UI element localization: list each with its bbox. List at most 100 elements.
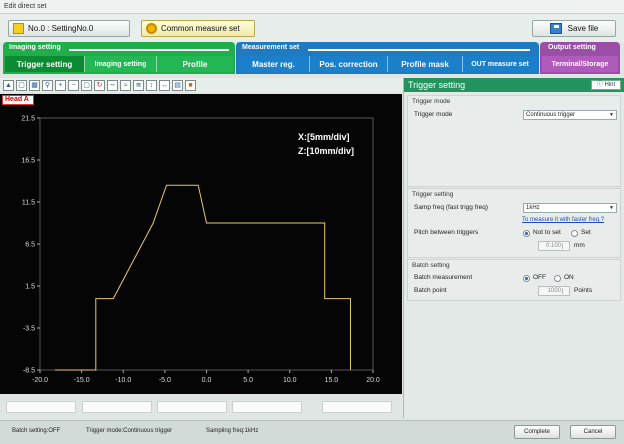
x-tick-label: -10.0: [115, 377, 131, 384]
trigger-mode-value: Continuous trigger: [526, 112, 576, 118]
faster-freq-link[interactable]: To measure it with faster freq.?: [522, 217, 604, 223]
tab-profile-mask[interactable]: Profile mask: [387, 56, 462, 72]
batch-point-value: 1000: [547, 288, 561, 294]
save-file-button[interactable]: Save file: [532, 20, 616, 37]
profile-series-line: [55, 184, 351, 371]
window-title-bar: Edit direct set: [0, 0, 624, 14]
common-measure-set-button[interactable]: Common measure set: [141, 20, 255, 37]
color-icon[interactable]: ■: [185, 79, 196, 91]
setting-number-button[interactable]: No.0 : SettingNo.0: [8, 20, 130, 37]
batch-on-radio[interactable]: [554, 275, 561, 282]
pitch-set-label: Set: [581, 229, 591, 236]
y-tick-label: 1.5: [25, 284, 35, 291]
hint-button[interactable]: ⓘ Hint: [591, 80, 621, 90]
status-field-3: [157, 401, 227, 413]
trigger-mode-label: Trigger mode: [414, 111, 453, 118]
tab-position-label: Pos. correction: [319, 59, 378, 69]
x-tick-label: -15.0: [74, 377, 90, 384]
tab-profile[interactable]: Profile: [156, 56, 233, 72]
save-file-label: Save file: [567, 24, 599, 33]
x-tick-label: -20.0: [32, 377, 48, 384]
save-disk-icon: [549, 23, 562, 34]
pitch-not-set-radio[interactable]: [523, 230, 530, 237]
pitch-label: Pitch between triggers: [414, 229, 479, 236]
tab-out-measure-label: OUT measure set: [471, 60, 529, 68]
trend-view-icon[interactable]: ≅: [133, 79, 144, 91]
tab-profile-label: Profile: [182, 59, 208, 69]
tab-pos-correction[interactable]: Pos. correction: [309, 56, 387, 72]
batch-off-radio[interactable]: [523, 275, 530, 282]
profile-graph[interactable]: 21.5 16.5 11.5 6.5 1.5 -3.5 -8.5 -20.0 -15.0 -10.…: [0, 94, 402, 394]
y-tick-label: 6.5: [25, 242, 35, 249]
x-tick-label: 15.0: [325, 377, 339, 384]
samp-freq-value: 1kHz: [526, 205, 540, 211]
y-tick-label: 21.5: [21, 116, 35, 123]
pitch-unit: mm: [574, 242, 585, 249]
graph-mode-icon[interactable]: ▢: [16, 79, 27, 91]
profile-view-icon[interactable]: ▲: [3, 79, 14, 91]
setting-number-label: No.0 : SettingNo.0: [28, 24, 94, 33]
zoom-out-icon[interactable]: −: [68, 79, 79, 91]
tab-trigger-label: Trigger setting: [16, 59, 73, 69]
status-field-5: [322, 401, 392, 413]
chart-icon[interactable]: ▤: [172, 79, 183, 91]
batch-point-input[interactable]: 1000: [538, 286, 570, 296]
batch-point-label: Batch point: [414, 287, 447, 294]
graph-status-fields: [0, 398, 402, 416]
gear-icon: [146, 23, 157, 34]
refresh-icon[interactable]: ↻: [94, 79, 105, 91]
line-view-icon[interactable]: ∼: [107, 79, 118, 91]
x-tick-label: 5.0: [243, 377, 253, 384]
head-a-tag: Head A: [2, 95, 34, 105]
y-tick-label: -8.5: [23, 368, 35, 375]
grid-icon[interactable]: ▦: [29, 79, 40, 91]
zoom-fit-icon[interactable]: ▢: [81, 79, 92, 91]
batch-measurement-label: Batch measurement: [414, 274, 473, 281]
y-tick-label: 11.5: [22, 200, 35, 207]
tab-master-label: Master reg.: [252, 59, 295, 69]
complete-label: Complete: [524, 429, 550, 435]
pitch-set-radio[interactable]: [571, 230, 578, 237]
graph-toolbar: ▲ ▢ ▦ ⚲ + − ▢ ↻ ∼ ≈ ≅ ↕ ↔ ▤ ■: [0, 78, 404, 92]
status-field-2: [82, 401, 152, 413]
trigger-mode-select[interactable]: Continuous trigger: [523, 110, 617, 120]
setting-icon: [13, 23, 24, 34]
measure-icon[interactable]: ↔: [159, 79, 170, 91]
zoom-icon[interactable]: ⚲: [42, 79, 53, 91]
z-scale-label: Z:[10mm/div]: [298, 146, 354, 156]
tab-master-reg[interactable]: Master reg.: [238, 56, 309, 72]
trigger-mode-section-title: Trigger mode: [412, 98, 451, 105]
profile-chart-svg: 21.5 16.5 11.5 6.5 1.5 -3.5 -8.5 -20.0 -15.0 -10.…: [21, 116, 380, 385]
x-scale-label: X:[5mm/div]: [298, 132, 350, 142]
area-view-icon[interactable]: ≈: [120, 79, 131, 91]
tab-trigger-setting[interactable]: Trigger setting: [5, 56, 84, 72]
complete-button[interactable]: Complete: [514, 425, 560, 439]
tab-imaging-setting[interactable]: Imaging setting: [84, 56, 156, 72]
cancel-button[interactable]: Cancel: [570, 425, 616, 439]
tab-terminal-storage[interactable]: Terminal/Storage: [542, 56, 618, 72]
x-tick-label: 0.0: [202, 377, 212, 384]
pitch-input[interactable]: 0.100: [538, 241, 570, 251]
common-measure-set-label: Common measure set: [161, 24, 240, 33]
imaging-group-line: [69, 49, 229, 51]
tab-out-measure-set[interactable]: OUT measure set: [462, 56, 537, 72]
samp-freq-label: Samp freq (fast trigg freq): [414, 204, 489, 211]
panel-title: Trigger setting: [408, 80, 466, 90]
batch-point-unit: Points: [574, 287, 593, 294]
sampling-status: Sampling freq:1kHz: [206, 428, 259, 434]
trigger-status: Trigger mode:Continuous trigger: [86, 428, 173, 434]
zoom-in-icon[interactable]: +: [55, 79, 66, 91]
y-tick-label: 16.5: [21, 158, 35, 165]
batch-off-label: OFF: [533, 274, 546, 281]
tab-imaging-label: Imaging setting: [94, 60, 147, 68]
top-bar: No.0 : SettingNo.0 Common measure set Sa…: [0, 14, 624, 42]
hint-label: Hint: [604, 82, 616, 88]
samp-freq-select[interactable]: 1kHz: [523, 203, 617, 213]
status-field-1: [6, 401, 76, 413]
window-title: Edit direct set: [4, 3, 47, 10]
status-field-4: [232, 401, 302, 413]
tab-terminal-label: Terminal/Storage: [551, 60, 609, 68]
cursor-icon[interactable]: ↕: [146, 79, 157, 91]
tab-mask-label: Profile mask: [401, 59, 449, 69]
imaging-group-label: Imaging setting: [9, 44, 61, 51]
